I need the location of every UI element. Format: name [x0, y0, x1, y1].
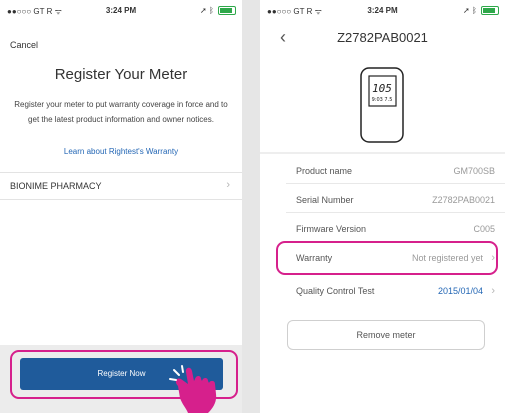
status-bar: ●●○○○ GT R ᯤ 3:24 PM ➚ ᛒ: [260, 0, 505, 20]
meter-small-reading: 9:03 7.5: [372, 97, 393, 103]
detail-value: 2015/01/04: [437, 286, 483, 296]
chevron-right-icon: ›: [491, 285, 495, 297]
bottom-area: [260, 360, 505, 413]
detail-value: Z2782PAB0021: [432, 195, 495, 205]
detail-row-serial-number: Serial Number Z2782PAB0021: [260, 187, 505, 213]
page-title: Z2782PAB0021: [337, 30, 428, 45]
bluetooth-icon: ᛒ: [471, 6, 477, 16]
location-icon: ➚: [200, 6, 207, 16]
register-screen: ●●○○○ GT R ᯤ 3:24 PM ➚ ᛒ Cancel Register…: [0, 0, 242, 413]
register-description: Register your meter to put warranty cove…: [14, 100, 228, 124]
status-icons: ➚ ᛒ: [463, 6, 499, 16]
detail-row-quality-control[interactable]: Quality Control Test 2015/01/04 ›: [260, 278, 505, 304]
detail-label: Quality Control Test: [296, 286, 375, 296]
detail-label: Product name: [296, 166, 353, 176]
meter-reading: 105: [372, 82, 392, 95]
pharmacy-row[interactable]: BIONIME PHARMACY ›: [0, 173, 242, 199]
detail-value: GM700SB: [453, 166, 495, 176]
status-bar: ●●○○○ GT R ᯤ 3:24 PM ➚ ᛒ: [0, 0, 242, 20]
meter-detail-screen: ●●○○○ GT R ᯤ 3:24 PM ➚ ᛒ ‹ Z2782PAB0021 …: [260, 0, 505, 413]
detail-label: Serial Number: [296, 195, 354, 205]
status-icons: ➚ ᛒ: [200, 6, 236, 16]
location-icon: ➚: [463, 6, 470, 16]
chevron-right-icon: ›: [226, 179, 230, 191]
detail-label: Firmware Version: [296, 224, 367, 234]
pharmacy-label: BIONIME PHARMACY: [10, 181, 102, 191]
warranty-link[interactable]: Learn about Rightest's Warranty: [0, 147, 242, 156]
detail-row-product-name: Product name GM700SB: [260, 158, 505, 184]
battery-icon: [218, 6, 236, 16]
remove-meter-button[interactable]: Remove meter: [287, 320, 485, 350]
detail-value: C005: [473, 224, 495, 234]
page-title: Register Your Meter: [54, 66, 188, 83]
battery-icon: [481, 6, 499, 16]
highlight-frame: [276, 241, 498, 275]
meter-device-icon: 105 9:03 7.5: [360, 67, 404, 143]
cancel-button[interactable]: Cancel: [10, 40, 38, 50]
detail-row-firmware: Firmware Version C005: [260, 216, 505, 242]
hand-pointer-icon: [169, 365, 217, 413]
bluetooth-icon: ᛒ: [208, 6, 214, 16]
section-divider: [260, 152, 505, 154]
divider: [0, 199, 242, 200]
